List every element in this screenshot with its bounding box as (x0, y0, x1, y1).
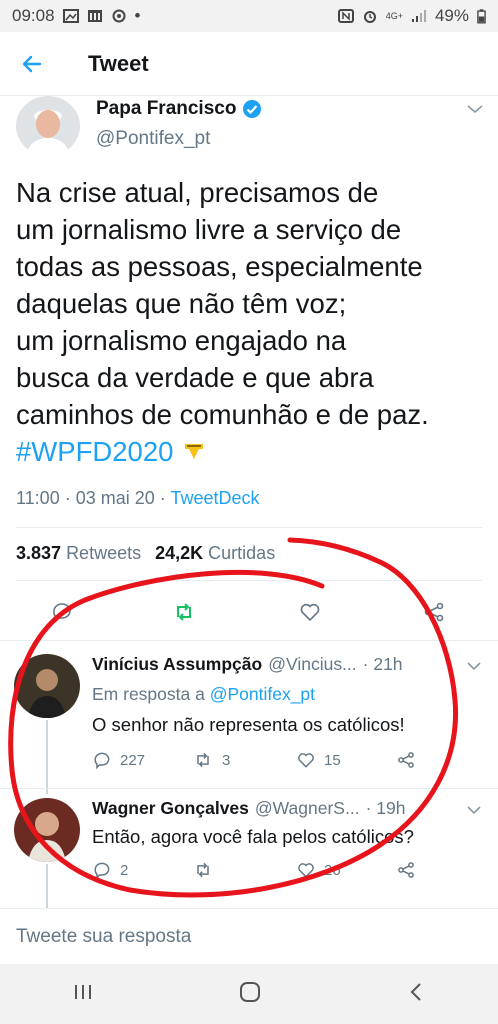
recent-apps-button[interactable] (72, 982, 94, 1007)
likes-stat[interactable]: 24,2K Curtidas (155, 543, 275, 564)
like-button[interactable] (290, 592, 330, 632)
reply-author-handle: @WagnerS... (254, 798, 360, 818)
hashtag-link[interactable]: #WPFD2020 (16, 436, 173, 467)
hashtag-line: #WPFD2020 (16, 433, 486, 470)
reply-item[interactable]: Vinícius Assumpção @Vincius... · 21h Em … (0, 654, 498, 790)
back-button[interactable] (0, 32, 64, 96)
heart-icon (300, 603, 320, 622)
tweet-source-link[interactable]: TweetDeck (170, 488, 259, 508)
network-type: 4G+ (385, 11, 403, 21)
chevron-left-icon (410, 982, 421, 1001)
share-button[interactable] (414, 592, 454, 632)
tweet-text-line: todas as pessoas, especialmente (16, 251, 423, 282)
reply-share-button[interactable] (396, 750, 416, 770)
reply-avatar[interactable] (14, 654, 80, 718)
tweet-text-line: um jornalismo engajado na (16, 325, 347, 356)
tweet-stats: 3.837 Retweets 24,2K Curtidas (16, 543, 275, 564)
reply-author-name[interactable]: Vinícius Assumpção (92, 654, 262, 675)
retweet-icon (197, 862, 209, 878)
retweets-stat[interactable]: 3.837 Retweets (16, 543, 141, 564)
reply-button[interactable] (42, 592, 82, 632)
reply-text: O senhor não representa os católicos! (92, 714, 405, 735)
reply-author-name[interactable]: Wagner Gonçalves (92, 798, 249, 819)
system-back-button[interactable] (406, 981, 426, 1008)
reply-share-button[interactable] (396, 860, 416, 880)
compose-placeholder: Tweete sua resposta (16, 925, 192, 947)
reply-options-button[interactable] (466, 802, 482, 820)
tweet-text-line: daquelas que não têm voz; (16, 288, 347, 319)
tweet-options-button[interactable] (466, 102, 484, 120)
heart-icon (298, 753, 314, 768)
app-notification-icon (87, 10, 102, 22)
battery-icon (477, 8, 486, 23)
tweet-text-line: busca da verdade e que abra (16, 362, 374, 393)
hashtag-emoji-icon (185, 444, 204, 459)
page-title: Tweet (88, 50, 149, 76)
reply-like-button[interactable]: 15 (296, 750, 341, 770)
reply-to-line: Em resposta a @Pontifex_pt (92, 684, 316, 704)
reply-retweet-button[interactable] (192, 860, 222, 880)
divider (16, 580, 482, 581)
reply-like-button[interactable]: 26 (296, 860, 341, 880)
recent-apps-icon (75, 984, 91, 999)
tweet-meta: 11:00 · 03 mai 20 · TweetDeck (16, 488, 259, 509)
reply-to-handle-link[interactable]: @Pontifex_pt (210, 684, 315, 704)
tweet-text-line: Na crise atual, precisamos de (16, 177, 379, 208)
home-button[interactable] (238, 980, 262, 1009)
chevron-down-icon (467, 662, 481, 671)
reply-action-bar: 2 26 (92, 860, 422, 886)
reply-icon (94, 862, 110, 880)
reply-item[interactable]: Wagner Gonçalves @WagnerS... · 19h Então… (0, 798, 498, 898)
divider (0, 640, 498, 641)
share-icon (424, 602, 444, 622)
reply-time: · 19h (365, 798, 406, 818)
reply-icon (53, 603, 71, 623)
reply-text: Então, agora você fala pelos católicos? (92, 826, 414, 847)
share-icon (398, 862, 414, 878)
tweet-action-bar (0, 592, 498, 632)
tweet-body: Na crise atual, precisamos de um jornali… (16, 174, 486, 470)
reply-icon (94, 752, 110, 770)
chevron-down-icon (467, 806, 481, 815)
back-arrow-icon (22, 55, 42, 72)
reply-options-button[interactable] (466, 658, 482, 676)
status-bar: 09:08 • 4G+ 49% (0, 0, 498, 32)
status-time: 09:08 (12, 6, 55, 25)
signal-icon (411, 10, 426, 22)
reply-author-handle: @Vincius... (268, 654, 357, 674)
author-name[interactable]: Papa Francisco (96, 98, 262, 120)
author-handle[interactable]: @Pontifex_pt (96, 128, 210, 150)
author-avatar[interactable] (16, 96, 80, 156)
home-icon (240, 981, 260, 1002)
share-icon (398, 752, 414, 768)
reply-reply-button[interactable]: 2 (92, 860, 128, 880)
tweet-author: Papa Francisco @Pontifex_pt (16, 96, 484, 158)
battery-level: 49% (434, 6, 469, 25)
chevron-down-icon (467, 105, 483, 114)
reply-retweet-button[interactable]: 3 (192, 750, 230, 770)
app-header: Tweet (0, 32, 498, 96)
reply-reply-button[interactable]: 227 (92, 750, 145, 770)
tweet-text-line: um jornalismo livre a serviço de (16, 214, 402, 245)
heart-icon (298, 863, 314, 878)
system-nav-bar (0, 964, 498, 1024)
divider (16, 527, 482, 528)
reply-avatar[interactable] (14, 798, 80, 862)
reply-compose-field[interactable]: Tweete sua resposta (0, 908, 498, 964)
tweet-timestamp: 11:00 · 03 mai 20 · (16, 488, 171, 508)
divider (0, 788, 498, 789)
sync-notification-icon (112, 9, 126, 23)
tweet-text-line: caminhos de comunhão e de paz. (16, 399, 429, 430)
reply-time: · 21h (362, 654, 403, 674)
nfc-icon (337, 9, 354, 23)
retweet-icon (197, 752, 209, 768)
verified-badge-icon (243, 100, 262, 118)
reply-action-bar: 227 3 15 (92, 750, 422, 776)
gallery-notification-icon (62, 9, 79, 23)
alarm-icon (363, 11, 376, 23)
retweet-icon (177, 603, 191, 621)
retweet-button[interactable] (164, 592, 204, 632)
more-notifications-dot: • (134, 6, 141, 25)
